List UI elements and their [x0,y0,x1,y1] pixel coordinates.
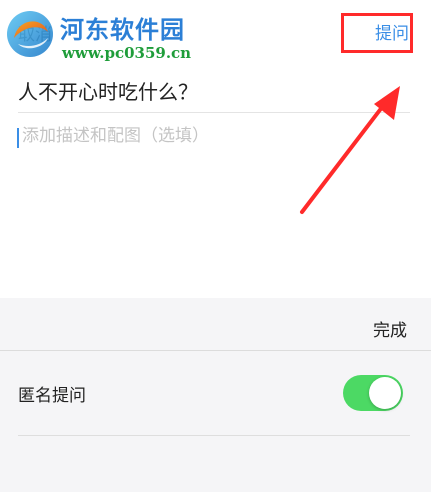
text-caret [17,128,19,148]
anonymous-label: 匿名提问 [18,386,86,406]
anonymous-toggle[interactable] [343,375,403,411]
toggle-knob [369,377,401,409]
done-button[interactable]: 完成 [373,316,407,341]
watermark-logo-icon [7,11,53,57]
watermark: 河东软件园 www.pc0359.cn [4,6,214,66]
divider [18,435,410,436]
watermark-url: www.pc0359.cn [62,44,192,62]
watermark-title: 河东软件园 [60,15,185,44]
annotation-arrow-icon [300,86,400,214]
question-title[interactable]: 人不开心时吃什么？ [18,76,198,105]
annotation-highlight-box [341,13,413,53]
